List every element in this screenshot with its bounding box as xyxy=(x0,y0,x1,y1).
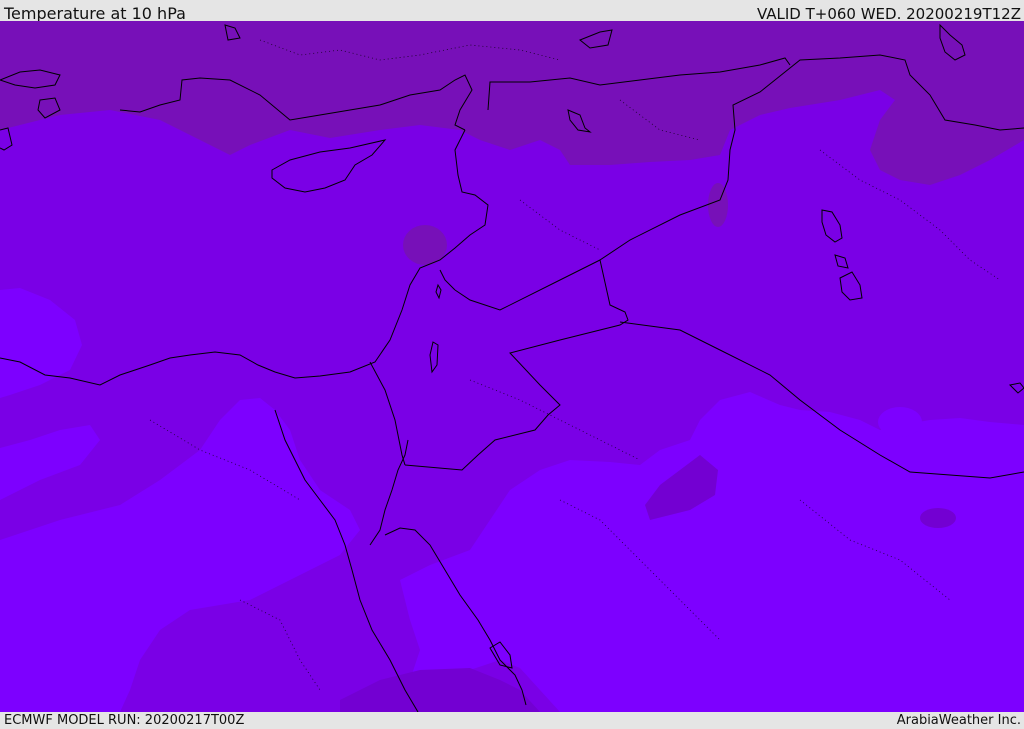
header-bar: Temperature at 10 hPa VALID T+060 WED. 2… xyxy=(0,0,1024,23)
map-area[interactable] xyxy=(0,21,1024,712)
footer-bar: ECMWF MODEL RUN: 20200217T00Z ArabiaWeat… xyxy=(0,712,1024,729)
temperature-map xyxy=(0,21,1024,712)
credit-label: ArabiaWeather Inc. xyxy=(896,713,1021,728)
field-warm-patch-east xyxy=(878,407,922,437)
field-cold-patch-lebanon xyxy=(403,225,447,265)
model-run-label: ECMWF MODEL RUN: 20200217T00Z xyxy=(4,713,245,728)
field-cold-patch-se xyxy=(920,508,956,528)
field-cold-patch-iraq xyxy=(708,183,728,227)
